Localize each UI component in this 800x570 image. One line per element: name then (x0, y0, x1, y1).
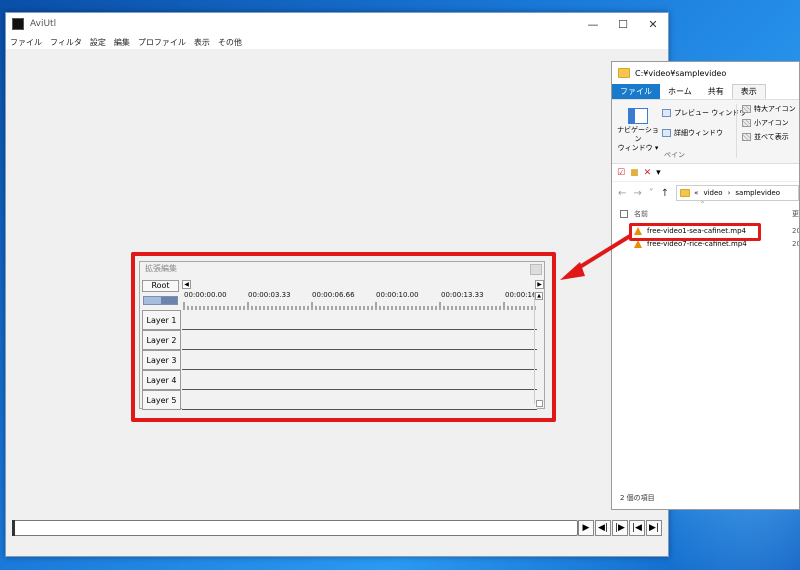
tiles-label: 並べて表示 (754, 133, 789, 141)
menu-settings[interactable]: 設定 (90, 37, 106, 48)
status-bar-item-count: 2 個の項目 (620, 494, 655, 502)
menu-filter[interactable]: フィルタ (50, 37, 82, 48)
seek-bar[interactable] (12, 520, 578, 536)
tab-share[interactable]: 共有 (700, 84, 732, 99)
menu-file[interactable]: ファイル (10, 37, 42, 48)
customize-toolbar-icon[interactable]: ▾ (656, 168, 661, 178)
column-name[interactable]: 名前 (634, 209, 648, 219)
breadcrumb-overflow[interactable]: « (694, 189, 698, 197)
go-end-button[interactable]: ▶| (646, 520, 662, 536)
forward-icon[interactable]: → (633, 188, 641, 199)
explorer-titlebar[interactable]: C:¥video¥samplevideo (612, 62, 799, 84)
extra-large-icons-label: 特大アイコン (754, 105, 796, 113)
maximize-button[interactable]: ☐ (608, 13, 638, 35)
menu-edit[interactable]: 編集 (114, 37, 130, 48)
recent-locations-icon[interactable]: ˅ (649, 188, 654, 199)
breadcrumb-samplevideo[interactable]: samplevideo (735, 189, 780, 197)
highlight-frame-timeline (131, 252, 556, 422)
menu-profile[interactable]: プロファイル (138, 37, 186, 48)
details-pane-label: 詳細ウィンドウ (674, 129, 723, 137)
aviutl-app-icon (12, 18, 24, 30)
go-start-button[interactable]: |◀ (629, 520, 645, 536)
prev-frame-button[interactable]: ◀| (595, 520, 611, 536)
menu-view[interactable]: 表示 (194, 37, 210, 48)
navigation-pane-icon[interactable] (628, 108, 648, 124)
sort-ascending-icon: ^ (700, 201, 706, 208)
tab-home[interactable]: ホーム (660, 84, 700, 99)
tab-file[interactable]: ファイル (612, 84, 660, 99)
explorer-title: C:¥video¥samplevideo (635, 68, 727, 78)
folder-icon (618, 68, 630, 78)
aviutl-titlebar[interactable]: AviUtl — ☐ ✕ (6, 13, 668, 35)
highlight-frame-file (629, 223, 761, 241)
quick-access-toolbar: ☑ ■ ✕ ▾ (612, 164, 799, 182)
small-icons-button[interactable]: 小アイコン (742, 118, 789, 128)
transport-controls: ▶ ◀| |▶ |◀ ▶| (578, 520, 663, 536)
navigation-pane-button[interactable]: ナビゲーション ウィンドウ ▾ (616, 126, 660, 153)
tab-view[interactable]: 表示 (731, 84, 766, 99)
menu-other[interactable]: その他 (218, 37, 242, 48)
tiles-icon (742, 133, 751, 141)
up-icon[interactable]: ↑ (661, 188, 669, 199)
file-list-header: ^ 名前 更 (612, 201, 799, 224)
preview-pane-button[interactable]: プレビュー ウィンドウ (662, 108, 746, 118)
new-folder-icon[interactable]: ■ (630, 168, 639, 178)
column-date[interactable]: 更 (792, 209, 799, 219)
back-icon[interactable]: ← (618, 188, 626, 199)
minimize-button[interactable]: — (578, 13, 608, 35)
ribbon-divider (736, 104, 737, 158)
details-pane-button[interactable]: 詳細ウィンドウ (662, 128, 723, 138)
next-frame-button[interactable]: |▶ (612, 520, 628, 536)
small-icons-label: 小アイコン (754, 119, 789, 127)
breadcrumb-separator-icon: › (727, 189, 731, 197)
ribbon-tabs: ファイル ホーム 共有 表示 (612, 84, 799, 100)
seek-knob[interactable] (12, 520, 15, 536)
tiles-button[interactable]: 並べて表示 (742, 132, 789, 142)
preview-pane-icon (662, 109, 671, 117)
file-date: 20 (792, 226, 799, 235)
properties-icon[interactable]: ☑ (617, 168, 625, 178)
details-pane-icon (662, 129, 671, 137)
play-button[interactable]: ▶ (578, 520, 594, 536)
file-date: 20 (792, 239, 799, 248)
menu-bar: ファイル フィルタ 設定 編集 プロファイル 表示 その他 (6, 35, 668, 49)
extra-large-icons-button[interactable]: 特大アイコン (742, 104, 796, 114)
address-bar[interactable]: « video › samplevideo (676, 185, 799, 201)
window-title: AviUtl (30, 19, 57, 29)
select-all-checkbox[interactable] (620, 210, 628, 218)
pane-group-caption: ペイン (664, 151, 685, 159)
file-explorer-window: C:¥video¥samplevideo ファイル ホーム 共有 表示 ナビゲー… (611, 61, 800, 510)
close-button[interactable]: ✕ (638, 13, 668, 35)
address-row: ← → ˅ ↑ « video › samplevideo (612, 182, 799, 204)
ribbon: ナビゲーション ウィンドウ ▾ プレビュー ウィンドウ 詳細ウィンドウ ペイン … (612, 100, 799, 164)
breadcrumb-video[interactable]: video (703, 189, 722, 197)
small-icons-icon (742, 119, 751, 127)
delete-icon[interactable]: ✕ (644, 168, 652, 178)
address-folder-icon (680, 189, 691, 197)
extra-large-icons-icon (742, 105, 751, 113)
